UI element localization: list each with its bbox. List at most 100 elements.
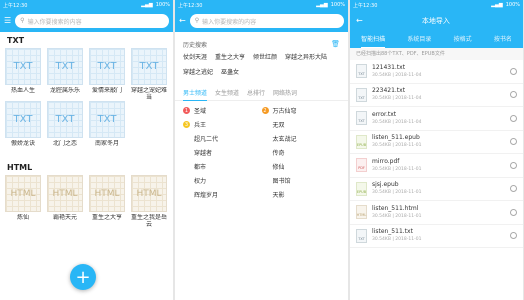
select-radio[interactable] [510, 232, 517, 240]
history-chip[interactable]: 巫蛊女 [221, 67, 239, 79]
search-placeholder: 输入你要搜索的内容 [202, 18, 257, 26]
ranking-item[interactable]: 8传奇 [262, 147, 341, 158]
channel-tab[interactable]: 女生频道 [215, 87, 239, 101]
search-icon: ⚲ [20, 17, 25, 24]
file-row[interactable]: TXT error.txt 30.54KB | 2018-11-04 [350, 107, 523, 131]
book-cover[interactable]: TXT [89, 101, 125, 138]
rank-number: 13 [183, 191, 190, 198]
header: ← 本地导入 [350, 10, 523, 32]
import-tab[interactable]: 智能扫描 [361, 32, 386, 48]
channel-tab[interactable]: 网络热词 [273, 87, 297, 101]
file-type-icon: TXT [356, 87, 367, 102]
book-item[interactable]: TXT 南家冬月 [89, 101, 125, 154]
book-cover[interactable]: HTML [131, 175, 167, 212]
ranking-item[interactable]: 13 辉煌岁月 [183, 189, 262, 200]
file-type-icon: EPUB [356, 181, 367, 196]
add-button[interactable]: + [70, 264, 96, 290]
file-type-icon: TXT [356, 64, 367, 79]
ranking-name: 都市 [194, 164, 207, 171]
file-row[interactable]: TXT 121431.txt 30.54KB | 2018-11-04 [350, 60, 523, 84]
rank-number: 7 [183, 149, 190, 156]
select-radio[interactable] [510, 114, 517, 122]
book-title: 重生之我是岳云 [130, 214, 167, 228]
select-radio[interactable] [510, 161, 517, 169]
file-details: 30.54KB | 2018-11-01 [372, 143, 422, 149]
book-item[interactable]: HTML 霸艳天元 [47, 175, 83, 228]
ranking-item[interactable]: 9 都市 [183, 161, 262, 172]
book-item[interactable]: TXT 热血人生 [5, 48, 41, 101]
select-radio[interactable] [510, 138, 517, 146]
book-item[interactable]: HTML 重生之我是岳云 [131, 175, 167, 228]
import-tab[interactable]: 按格式 [454, 32, 472, 48]
book-cover[interactable]: TXT [47, 48, 83, 85]
top-bar: ☰ ⚲ 输入你要搜索的内容 [0, 10, 173, 32]
back-arrow-icon[interactable]: ← [179, 17, 186, 25]
channel-tab[interactable]: 男士频道 [183, 87, 208, 101]
book-cover[interactable]: TXT [47, 101, 83, 138]
book-item[interactable]: TXT 穿越之宠妃难当 [131, 48, 167, 101]
ranking-item[interactable]: 14天影 [262, 189, 341, 200]
select-radio[interactable] [510, 67, 517, 75]
book-item[interactable]: TXT 爱情来敲门 [89, 48, 125, 101]
history-chip[interactable]: 倾世红颜 [253, 52, 277, 64]
ranking-item[interactable]: 5 超凡二代 [183, 133, 262, 144]
rank-number: 4 [262, 121, 269, 128]
ranking-name: 穿越者 [194, 150, 213, 157]
ranking-item[interactable]: 1 圣域 [183, 105, 262, 116]
file-details: 30.54KB | 2018-11-01 [372, 213, 422, 219]
ranking-item[interactable]: 11 权力 [183, 175, 262, 186]
ranking-item[interactable]: 3 兵王 [183, 119, 262, 130]
file-row[interactable]: HTML listen_511.html 30.54KB | 2018-11-01 [350, 201, 523, 225]
status-time: 上午12:30 [178, 2, 203, 9]
book-cover[interactable]: TXT [131, 48, 167, 85]
file-type-icon: PDF [356, 158, 367, 173]
book-cover[interactable]: HTML [89, 175, 125, 212]
file-row[interactable]: TXT 223421.txt 30.54KB | 2018-11-04 [350, 84, 523, 107]
import-tab[interactable]: 按书名 [494, 32, 512, 48]
book-item[interactable]: HTML 重生之大亨 [89, 175, 125, 228]
select-radio[interactable] [510, 185, 517, 193]
select-radio[interactable] [510, 91, 517, 99]
file-row[interactable]: EPUB sjsj.epub 30.54KB | 2018-11-01 [350, 178, 523, 201]
book-item[interactable]: TXT 龙腔属乐乐 [47, 48, 83, 101]
book-cover[interactable]: TXT [5, 101, 41, 138]
file-row[interactable]: TXT listen_511.txt 30.54KB | 2018-11-01 [350, 225, 523, 248]
channel-tab[interactable]: 总排行 [247, 87, 265, 101]
history-chip[interactable]: 穿越之异形大陆 [285, 52, 327, 64]
menu-icon[interactable]: ☰ [4, 17, 11, 25]
ranking-item[interactable]: 10修仙 [262, 161, 341, 172]
ranking-name: 辉煌岁月 [194, 192, 219, 199]
book-item[interactable]: TXT 傲娇龙诀 [5, 101, 41, 154]
book-item[interactable]: HTML 炼仙 [5, 175, 41, 228]
history-chip[interactable]: 穿越之逃妃 [183, 67, 213, 79]
import-tab[interactable]: 系统目录 [407, 32, 431, 48]
trash-icon[interactable]: 🗑 [331, 40, 340, 48]
ranking-item[interactable]: 12图书馆 [262, 175, 341, 186]
search-input[interactable]: ⚲ 输入你要搜索的内容 [15, 14, 169, 28]
history-chip[interactable]: 重生之大亨 [215, 52, 245, 64]
search-input[interactable]: ⚲ 输入你要搜索的内容 [189, 14, 344, 28]
ranking-item[interactable]: 4无双 [262, 119, 341, 130]
ranking-item[interactable]: 2 万古仙穹 [261, 105, 341, 116]
history-chip[interactable]: 仗剑天涯 [183, 52, 207, 64]
book-cover[interactable]: TXT [5, 48, 41, 85]
file-row[interactable]: PDF mirro.pdf 30.54KB | 2018-11-01 [350, 154, 523, 178]
book-cover[interactable]: TXT [89, 48, 125, 85]
select-radio[interactable] [510, 208, 517, 216]
battery-level: 100% [505, 2, 520, 8]
back-arrow-icon[interactable]: ← [356, 17, 363, 25]
ranking-list: 1圣域2万古仙穹 3兵王4无双5超凡二代6太玄战记 7 穿越者 8传奇 9 都市 10修仙11… [175, 101, 348, 204]
file-name: mirro.pdf [372, 157, 400, 165]
ranking-item[interactable]: 7 穿越者 [183, 147, 262, 158]
ranking-name: 图书馆 [272, 178, 291, 185]
search-icon: ⚲ [194, 17, 200, 24]
book-cover[interactable]: HTML [5, 175, 41, 212]
file-name: listen_511.txt [372, 228, 413, 236]
ranking-item[interactable]: 6太玄战记 [262, 133, 341, 144]
book-item[interactable]: TXT 北门之恋 [47, 101, 83, 154]
status-bar: 上午12:30 ▂▄▆ 100% [175, 0, 348, 10]
book-cover[interactable]: HTML [47, 175, 83, 212]
rank-number: 9 [183, 163, 190, 170]
file-row[interactable]: EPUB listen_511.epub 30.54KB | 2018-11-01 [350, 131, 523, 154]
file-type-icon: EPUB [356, 134, 367, 149]
